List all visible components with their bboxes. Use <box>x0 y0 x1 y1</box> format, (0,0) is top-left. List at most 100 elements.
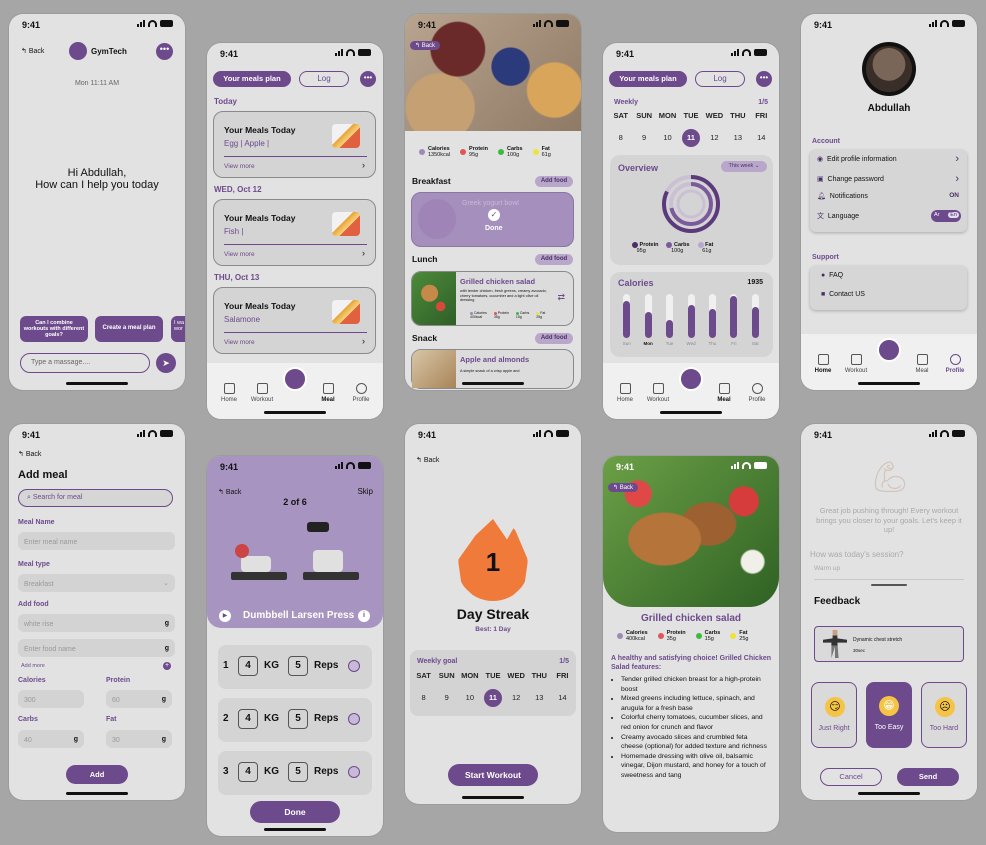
nav-meal[interactable]: Meal <box>907 354 937 374</box>
info-icon[interactable]: i <box>358 610 370 622</box>
set-row[interactable]: 1 4 KG 5 Reps <box>218 645 372 689</box>
kg-input[interactable]: 4 <box>238 709 258 729</box>
view-more-link[interactable]: View more <box>224 339 255 346</box>
carbs-input[interactable]: 40 g <box>18 730 84 748</box>
done-button[interactable]: Done <box>250 801 340 823</box>
nav-home[interactable]: Home <box>808 354 838 374</box>
language-toggle[interactable]: Ar En <box>931 210 961 222</box>
protein-input[interactable]: 60 g <box>106 690 172 708</box>
search-input[interactable]: ⌕ Search for meal <box>18 489 173 507</box>
set-check-circle[interactable] <box>348 660 360 672</box>
week-date[interactable]: 8 <box>612 129 630 147</box>
meal-card[interactable]: Your Meals Today Egg | Apple | View more… <box>213 111 376 178</box>
food-input[interactable]: white rise g <box>18 614 175 632</box>
week-date[interactable]: 9 <box>635 129 653 147</box>
contact-row[interactable]: ■ Contact US <box>821 291 865 298</box>
more-button[interactable]: ••• <box>360 71 376 87</box>
suggestion-chip[interactable]: Can I combine workouts with different go… <box>20 316 88 342</box>
week-date[interactable]: 14 <box>553 689 571 707</box>
option-too-easy[interactable]: 😁︎ Too Easy <box>866 682 912 748</box>
send-button[interactable]: ➤ <box>156 353 176 373</box>
set-row[interactable]: 2 4 KG 5 Reps <box>218 698 372 742</box>
calories-input[interactable]: 300 <box>18 690 84 708</box>
meal-item-done[interactable]: Greek yogurt bowl ✓ Done <box>411 192 574 247</box>
nav-profile[interactable]: Profile <box>346 383 376 403</box>
option-too-hard[interactable]: ☹︎ Too Hard <box>921 682 967 748</box>
back-button[interactable]: ↰ Back <box>21 47 44 55</box>
suggestion-chip[interactable]: Create a meal plan <box>95 316 163 342</box>
week-date[interactable]: 10 <box>461 689 479 707</box>
back-button[interactable]: ↰ Back <box>410 41 441 50</box>
assistant-fab[interactable] <box>283 367 307 391</box>
set-check-circle[interactable] <box>348 713 360 725</box>
more-button[interactable]: ••• <box>756 71 772 87</box>
language-row[interactable]: 文 Language Ar En <box>817 210 961 225</box>
tab-log[interactable]: Log <box>299 71 349 87</box>
view-more-link[interactable]: View more <box>224 251 255 258</box>
reps-input[interactable]: 5 <box>288 709 308 729</box>
faq-row[interactable]: ● FAQ <box>821 272 843 279</box>
message-input[interactable]: Type a massage.... <box>20 353 150 373</box>
week-date[interactable]: 12 <box>507 689 525 707</box>
fat-input[interactable]: 30 g <box>106 730 172 748</box>
back-button[interactable]: ↰ Back <box>218 488 241 496</box>
week-date[interactable]: 11 <box>682 129 700 147</box>
set-row[interactable]: 3 4 KG 5 Reps <box>218 751 372 795</box>
back-button[interactable]: ↰ Back <box>608 483 639 492</box>
play-icon[interactable]: ▶ <box>219 610 231 622</box>
nav-profile[interactable]: Profile <box>940 354 970 374</box>
add-more-icon[interactable]: + <box>163 662 171 670</box>
kg-input[interactable]: 4 <box>238 656 258 676</box>
suggestion-chip[interactable]: I wa wor <box>171 316 185 342</box>
assistant-fab[interactable] <box>679 367 703 391</box>
meal-type-select[interactable]: Breakfast ⌄ <box>18 574 175 592</box>
week-select[interactable]: This week ⌄ <box>721 161 767 172</box>
assistant-fab[interactable] <box>877 338 901 362</box>
swap-icon[interactable]: ⇄ <box>557 292 565 303</box>
add-food-button[interactable]: Add food <box>535 254 573 265</box>
week-date[interactable]: 8 <box>415 689 433 707</box>
cancel-button[interactable]: Cancel <box>820 768 882 786</box>
add-button[interactable]: Add <box>66 765 128 784</box>
reps-input[interactable]: 5 <box>288 656 308 676</box>
week-date[interactable]: 11 <box>484 689 502 707</box>
add-more-link[interactable]: Add more <box>21 663 45 669</box>
back-button[interactable]: ↰ Back <box>18 450 41 458</box>
nav-meal[interactable]: Meal <box>709 383 739 403</box>
nav-home[interactable]: Home <box>610 383 640 403</box>
nav-meal[interactable]: Meal <box>313 383 343 403</box>
add-food-button[interactable]: Add food <box>535 176 573 187</box>
avatar[interactable] <box>862 42 916 96</box>
nav-profile[interactable]: Profile <box>742 383 772 403</box>
back-button[interactable]: ↰ Back <box>416 456 439 464</box>
kg-input[interactable]: 4 <box>238 762 258 782</box>
meal-card[interactable]: Your Meals Today Salamone View more › <box>213 287 376 354</box>
week-date[interactable]: 13 <box>729 129 747 147</box>
meal-item[interactable]: Grilled chicken salad with tender chicke… <box>411 271 574 326</box>
nav-home[interactable]: Home <box>214 383 244 403</box>
reps-input[interactable]: 5 <box>288 762 308 782</box>
skip-button[interactable]: Skip <box>357 487 373 496</box>
week-date[interactable]: 10 <box>659 129 677 147</box>
tab-meals-plan[interactable]: Your meals plan <box>213 71 291 87</box>
edit-profile-row[interactable]: ◉ Edit profile information › <box>817 153 961 169</box>
change-password-row[interactable]: ▣ Change password › <box>817 173 961 189</box>
option-just-right[interactable]: 😏︎ Just Right <box>811 682 857 748</box>
notifications-row[interactable]: 🔔︎ Notifications ON <box>817 192 961 206</box>
send-button[interactable]: Send <box>897 768 959 786</box>
nav-workout[interactable]: Workout <box>841 354 871 374</box>
set-check-circle[interactable] <box>348 766 360 778</box>
view-more-link[interactable]: View more <box>224 163 255 170</box>
nav-workout[interactable]: Workout <box>643 383 673 403</box>
food-input[interactable]: Enter food name g <box>18 639 175 657</box>
tab-meals-plan[interactable]: Your meals plan <box>609 71 687 87</box>
add-food-button[interactable]: Add food <box>535 333 573 344</box>
week-date[interactable]: 13 <box>530 689 548 707</box>
start-workout-button[interactable]: Start Workout <box>448 764 538 786</box>
week-date[interactable]: 9 <box>438 689 456 707</box>
more-button[interactable]: ••• <box>156 43 173 60</box>
week-date[interactable]: 14 <box>752 129 770 147</box>
meal-card[interactable]: Your Meals Today Fish | View more › <box>213 199 376 266</box>
tab-log[interactable]: Log <box>695 71 745 87</box>
meal-name-input[interactable]: Enter meal name <box>18 532 175 550</box>
